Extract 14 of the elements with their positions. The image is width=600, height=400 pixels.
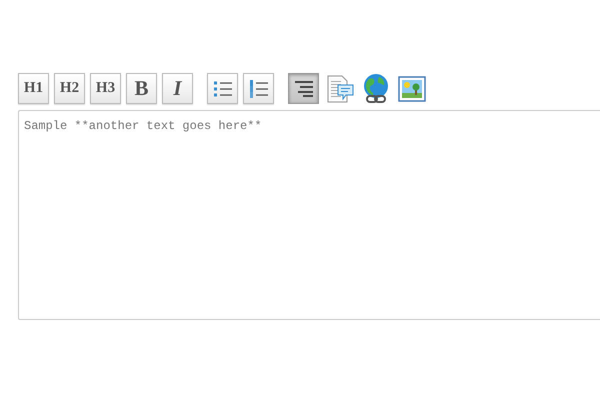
numbered-list-icon [248, 78, 268, 98]
align-right-icon [294, 80, 314, 98]
bullet-list-icon [212, 80, 232, 98]
heading-button[interactable]: H2 [54, 73, 85, 104]
align-button[interactable] [288, 73, 319, 104]
bold-button[interactable]: B [126, 73, 157, 104]
document-comment-icon [324, 74, 354, 102]
picture-icon [398, 76, 426, 102]
heading-button[interactable]: H3 [90, 73, 121, 104]
bullet-list-button[interactable] [207, 73, 238, 104]
numbered-list-button[interactable] [243, 73, 274, 104]
heading-button[interactable]: H1 [18, 73, 49, 104]
editor-field[interactable]: Sample **another text goes here** [18, 110, 600, 320]
italic-button[interactable]: I [162, 73, 193, 104]
